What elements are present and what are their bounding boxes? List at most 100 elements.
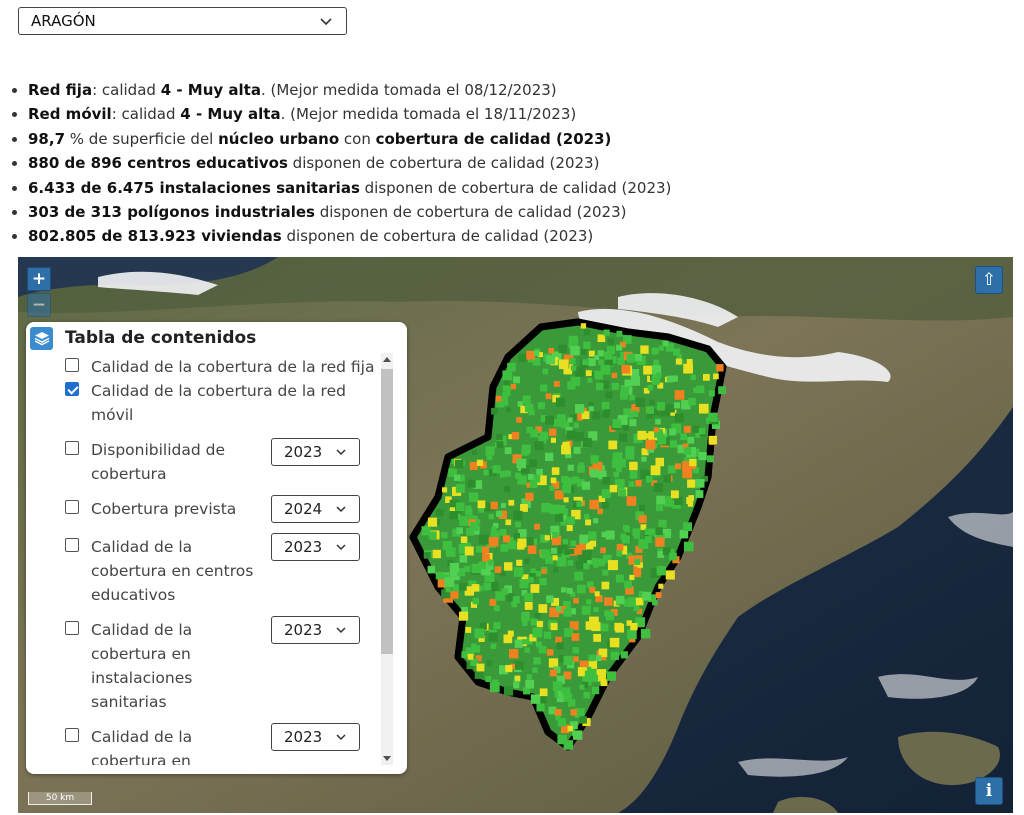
layer-checkbox-checked[interactable] [65, 382, 79, 396]
year-select[interactable]: 2023 [271, 723, 360, 751]
zoom-in-button[interactable]: + [27, 267, 51, 291]
coverage-cell [624, 580, 632, 589]
scroll-up-icon[interactable] [383, 357, 391, 362]
coverage-cell [544, 535, 550, 541]
coverage-cell [594, 591, 600, 597]
coverage-cell [485, 446, 495, 456]
coverage-cell [634, 532, 640, 539]
coverage-cell [505, 519, 512, 526]
coverage-cell [551, 467, 560, 475]
coverage-cell [558, 344, 567, 354]
coverage-cell [669, 440, 677, 448]
layer-checkbox[interactable] [65, 728, 79, 742]
coverage-cell [674, 463, 681, 470]
coverage-cell [612, 458, 622, 469]
coverage-cell [544, 631, 552, 639]
coverage-cell [548, 347, 554, 354]
coverage-cell [598, 359, 604, 365]
coverage-cell [629, 574, 635, 581]
coverage-cell [624, 379, 632, 387]
coverage-cell [556, 414, 566, 424]
coverage-cell [459, 555, 468, 563]
coverage-cell [611, 372, 618, 379]
coverage-cell [629, 471, 638, 479]
coverage-cell [459, 516, 469, 526]
coverage-cell [706, 455, 714, 463]
coverage-cell [657, 435, 667, 445]
coverage-cell [486, 454, 493, 461]
layer-checkbox[interactable] [65, 441, 79, 455]
coverage-cell [562, 441, 570, 450]
coverage-cell [574, 431, 584, 442]
year-select[interactable]: 2024 [271, 495, 360, 523]
coverage-cell [554, 709, 562, 716]
stat-urban-core: 98,7 % de superficie del núcleo urbano c… [28, 127, 671, 151]
region-select[interactable]: ARAGÓN [18, 7, 347, 35]
coverage-cell [601, 401, 610, 410]
coverage-cell [637, 430, 647, 440]
coverage-cell [506, 407, 512, 413]
coverage-cell [496, 441, 504, 449]
coverage-cell [530, 584, 540, 593]
coverage-cell [534, 523, 541, 530]
layer-checkbox[interactable] [65, 621, 79, 635]
coverage-cell [592, 411, 601, 420]
year-select[interactable]: 2023 [271, 438, 360, 466]
coverage-cell [524, 558, 530, 564]
layer-checkbox[interactable] [65, 358, 79, 372]
coverage-cell [597, 508, 603, 515]
coverage-cell [674, 390, 685, 400]
coverage-cell [558, 548, 564, 554]
coverage-cell [617, 357, 625, 365]
coverage-cell [606, 671, 617, 681]
coverage-cell [618, 489, 627, 497]
coverage-cell [620, 651, 628, 659]
scroll-thumb[interactable] [381, 369, 393, 654]
coverage-cell [650, 465, 661, 476]
coverage-cell [593, 518, 599, 524]
coverage-cell [489, 682, 500, 693]
collapse-up-button[interactable]: ⇧ [975, 266, 1003, 294]
coverage-cell [703, 373, 710, 381]
coverage-cell [505, 390, 511, 396]
coverage-cell [460, 536, 468, 543]
coverage-cell [646, 406, 654, 414]
toc-scrollbar[interactable] [381, 353, 393, 765]
coverage-cell [568, 335, 579, 346]
layer-checkbox[interactable] [65, 500, 79, 514]
info-button[interactable]: i [975, 777, 1003, 805]
coverage-cell [692, 425, 700, 433]
zoom-out-button[interactable]: − [27, 293, 51, 317]
coverage-cell [630, 622, 638, 631]
coverage-cell [567, 464, 574, 471]
coverage-cell [512, 596, 520, 604]
coverage-cell [698, 452, 707, 461]
coverage-cell [500, 543, 509, 552]
coverage-cell [566, 587, 573, 594]
coverage-cell [569, 548, 575, 555]
coverage-cell [508, 649, 519, 659]
coverage-cell [524, 602, 533, 610]
coverage-cell [590, 469, 599, 478]
coverage-cell [548, 428, 557, 436]
coverage-cell [610, 638, 617, 645]
coverage-cell [603, 329, 610, 336]
coverage-cell [683, 425, 691, 433]
coverage-cell [545, 415, 555, 425]
coverage-cell [539, 688, 548, 697]
coverage-cell [580, 349, 587, 355]
coverage-cell [525, 492, 534, 501]
year-select[interactable]: 2023 [271, 616, 360, 644]
layer-checkbox[interactable] [65, 538, 79, 552]
coverage-cell [655, 537, 665, 547]
coverage-cell [474, 670, 484, 679]
scroll-down-icon[interactable] [383, 756, 391, 761]
map-view[interactable]: + − ⇧ i 50 km Tabla de contenidos Calida… [18, 257, 1013, 813]
coverage-cell [503, 380, 509, 386]
coverage-cell [665, 570, 675, 580]
coverage-cell [574, 571, 584, 581]
coverage-cell [655, 372, 662, 379]
year-select[interactable]: 2023 [271, 533, 360, 561]
coverage-cell [563, 740, 574, 750]
coverage-cell [695, 479, 705, 488]
